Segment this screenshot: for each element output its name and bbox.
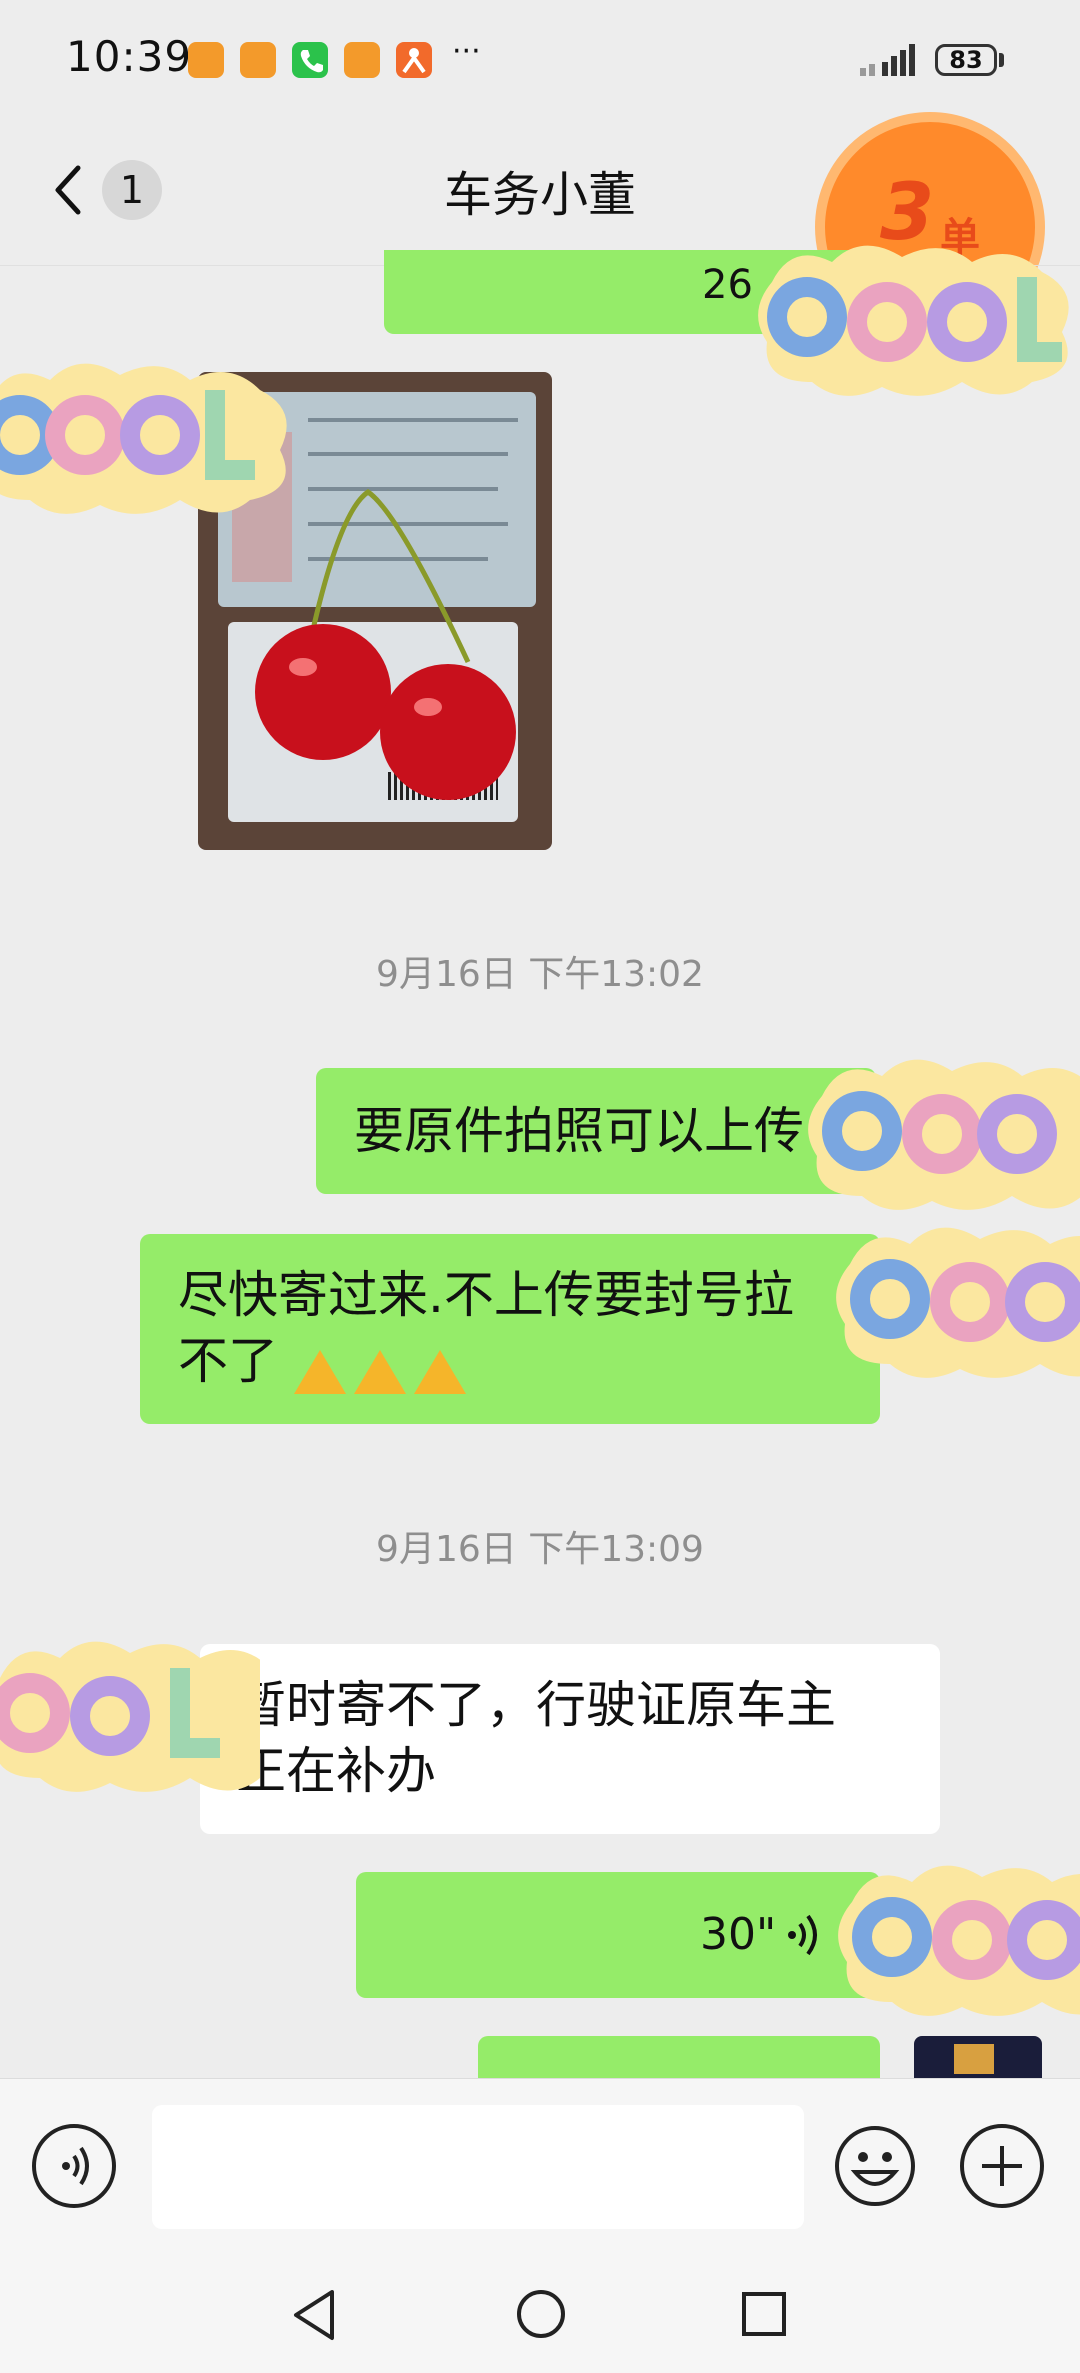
emoji-button[interactable]	[833, 2124, 917, 2208]
message-text-line2: 正在补办	[236, 1742, 436, 1800]
add-icon	[982, 2146, 1022, 2186]
status-time: 10:39	[66, 32, 193, 81]
voice-duration: 26	[702, 262, 753, 308]
voice-input-button[interactable]	[32, 2124, 116, 2208]
cool-sticker	[836, 1227, 1080, 1378]
message-text-line2: 不了	[178, 1332, 278, 1390]
app-notification-icon	[396, 42, 432, 78]
nav-recents-icon[interactable]	[740, 2290, 788, 2342]
voice-wave-icon	[788, 1914, 817, 1956]
cool-sticker	[0, 1641, 260, 1792]
cool-sticker	[0, 363, 287, 514]
message-input[interactable]	[152, 2105, 804, 2229]
app-notification-icon	[240, 42, 276, 78]
add-button[interactable]	[960, 2124, 1044, 2208]
nav-home-icon[interactable]	[515, 2288, 567, 2344]
voice-icon	[62, 2146, 89, 2186]
cool-sticker	[838, 1865, 1080, 2016]
cool-sticker	[758, 245, 1069, 396]
praying-hands-emoji	[294, 1350, 466, 1394]
message-bubble[interactable]: 要原件拍照可以上传	[316, 1068, 876, 1194]
message-bubble[interactable]: 尽快寄过来.不上传要封号拉 不了	[140, 1234, 880, 1424]
message-text: 要原件拍照可以上传	[354, 1102, 804, 1160]
voice-message-bubble[interactable]: 30"	[356, 1872, 880, 1998]
message-bubble-partial[interactable]	[478, 2036, 880, 2078]
signal-icon	[858, 44, 922, 80]
more-notifications-indicator: ···	[452, 34, 481, 69]
voice-duration: 30"	[700, 1909, 777, 1960]
message-text-line1: 尽快寄过来.不上传要封号拉	[178, 1266, 794, 1324]
app-notification-icon	[344, 42, 380, 78]
battery-tip	[999, 53, 1004, 67]
timestamp: 9月16日 下午13:09	[376, 1529, 704, 1570]
app-notification-icon	[188, 42, 224, 78]
message-text-line1: 暂时寄不了，行驶证原车主	[236, 1676, 836, 1734]
phone-notification-icon	[292, 42, 328, 78]
timestamp: 9月16日 下午13:02	[376, 954, 704, 995]
avatar[interactable]	[914, 2036, 1042, 2078]
battery-icon: 83	[935, 44, 997, 76]
cool-sticker	[808, 1059, 1080, 1210]
emoji-icon	[835, 2126, 915, 2206]
nav-back-icon[interactable]	[290, 2288, 340, 2346]
message-bubble-received[interactable]: 暂时寄不了，行驶证原车主 正在补办	[200, 1644, 940, 1834]
